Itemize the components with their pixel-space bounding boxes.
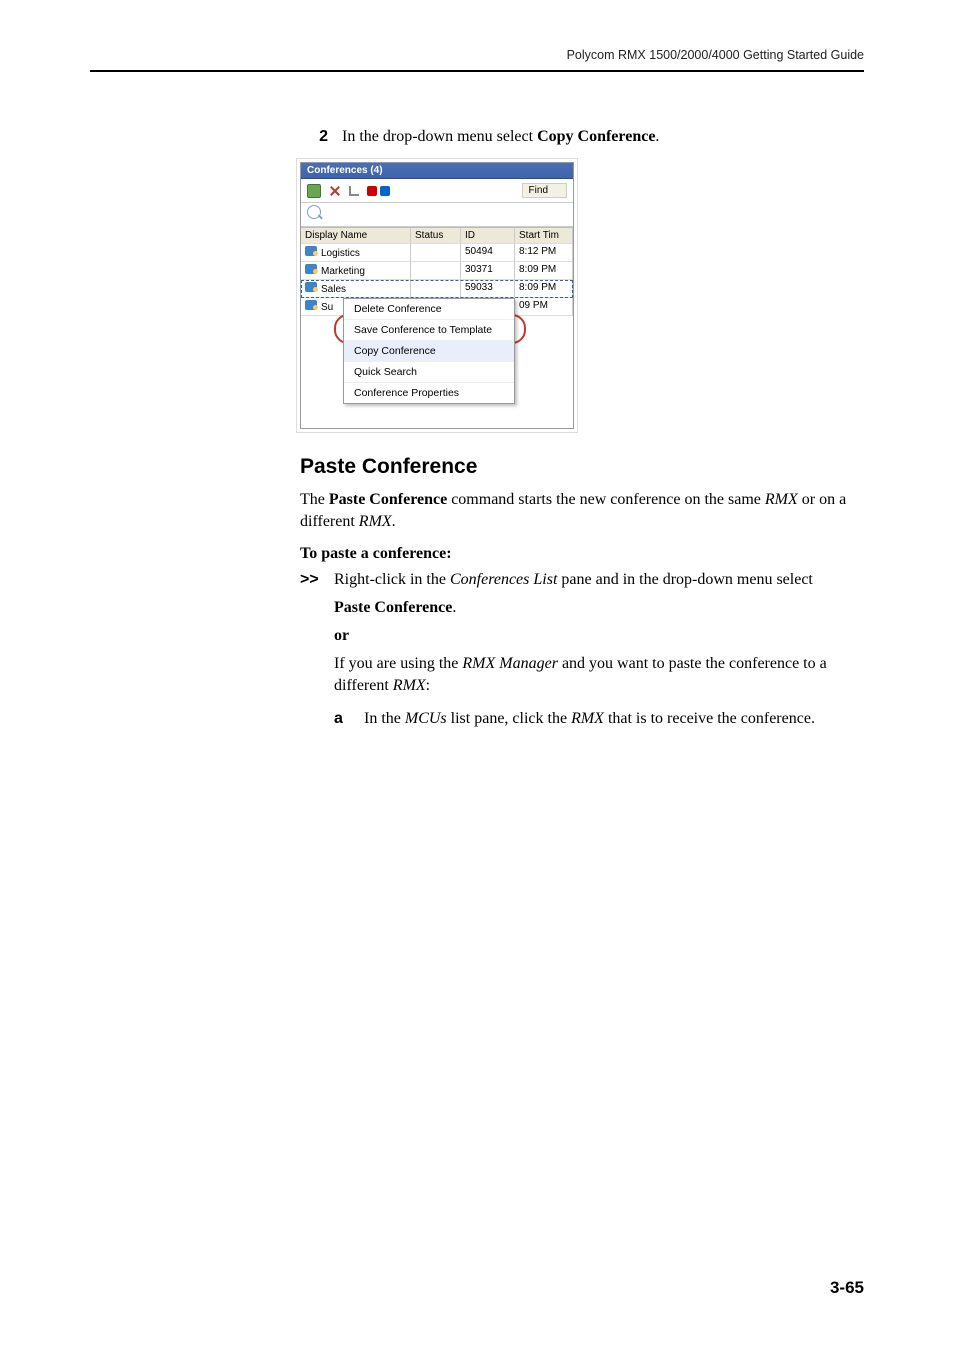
rmx-pre: If you are using the xyxy=(334,655,462,672)
record-controls-icon[interactable] xyxy=(367,186,390,196)
substep-letter: a xyxy=(334,708,364,730)
row-name: Sales xyxy=(321,284,346,295)
menu-delete-conference[interactable]: Delete Conference xyxy=(344,299,514,320)
row-id: 59033 xyxy=(461,280,515,298)
step-2-text: In the drop-down menu select Copy Confer… xyxy=(342,128,659,146)
conferences-pane: Conferences (4) Find Display Name Status… xyxy=(300,162,574,429)
step-number: 2 xyxy=(300,128,342,146)
pane-toolbar: Find xyxy=(301,179,573,203)
as-i1: Conferences List xyxy=(450,571,557,588)
new-conference-icon[interactable] xyxy=(307,184,321,198)
table-row[interactable]: Marketing 30371 8:09 PM xyxy=(301,262,573,280)
sa-mid: list pane, click the xyxy=(447,710,571,727)
p1-i1: RMX xyxy=(765,491,798,508)
conference-icon xyxy=(305,282,317,292)
sa-pre: In the xyxy=(364,710,405,727)
table-row-selected[interactable]: Sales 59033 8:09 PM xyxy=(301,280,573,298)
menu-quick-search[interactable]: Quick Search xyxy=(344,362,514,383)
col-id[interactable]: ID xyxy=(461,228,515,244)
step-2-post: . xyxy=(655,128,659,145)
menu-conference-properties[interactable]: Conference Properties xyxy=(344,383,514,403)
step-2: 2 In the drop-down menu select Copy Conf… xyxy=(300,128,864,146)
row-id: 30371 xyxy=(461,262,515,280)
as-pre: Right-click in the xyxy=(334,571,450,588)
or-text: or xyxy=(334,627,349,644)
paste-step-or: or xyxy=(334,625,864,647)
search-icon[interactable] xyxy=(307,205,321,219)
p1-post: . xyxy=(392,513,396,530)
col-status[interactable]: Status xyxy=(411,228,461,244)
row-id: 50494 xyxy=(461,244,515,262)
step-2-pre: In the drop-down menu select xyxy=(342,128,537,145)
substep-a-text: In the MCUs list pane, click the RMX tha… xyxy=(364,708,815,730)
conference-icon xyxy=(305,246,317,256)
p1-bold: Paste Conference xyxy=(329,491,447,508)
rmx-i2: RMX xyxy=(393,677,426,694)
pane-toolbar-row2 xyxy=(301,203,573,227)
as-mid: pane and in the drop-down menu select xyxy=(557,571,812,588)
context-menu: Delete Conference Save Conference to Tem… xyxy=(343,298,515,404)
rmx-post: : xyxy=(426,677,430,694)
col-start-time[interactable]: Start Tim xyxy=(515,228,573,244)
p1-i2: RMX xyxy=(359,513,392,530)
table-row[interactable]: Logistics 50494 8:12 PM xyxy=(301,244,573,262)
row-name: Logistics xyxy=(321,248,360,259)
menu-copy-conference[interactable]: Copy Conference xyxy=(344,341,514,362)
pane-title: Conferences (4) xyxy=(301,163,573,179)
angle-bullet: >> xyxy=(300,569,334,591)
tree-icon[interactable] xyxy=(349,186,359,196)
conference-icon xyxy=(305,264,317,274)
sa-post: that is to receive the conference. xyxy=(604,710,815,727)
section-heading-paste-conference: Paste Conference xyxy=(300,455,864,479)
p1-pre: The xyxy=(300,491,329,508)
conference-icon xyxy=(305,300,317,310)
running-header: Polycom RMX 1500/2000/4000 Getting Start… xyxy=(90,48,864,62)
col-display-name[interactable]: Display Name xyxy=(301,228,411,244)
rmx-manager-note: If you are using the RMX Manager and you… xyxy=(334,653,864,697)
menu-save-to-template[interactable]: Save Conference to Template xyxy=(344,320,514,341)
sa-i1: MCUs xyxy=(405,710,447,727)
find-field[interactable]: Find xyxy=(522,183,567,198)
paste-step-text: Right-click in the Conferences List pane… xyxy=(334,569,813,591)
substep-a: a In the MCUs list pane, click the RMX t… xyxy=(334,708,864,730)
paste-step: >> Right-click in the Conferences List p… xyxy=(300,569,864,591)
sa-i2: RMX xyxy=(571,710,604,727)
row-start: 8:09 PM xyxy=(515,280,573,298)
rmx-i: RMX Manager xyxy=(462,655,558,672)
row-name: Marketing xyxy=(321,266,365,277)
p1-mid: command starts the new conference on the… xyxy=(447,491,765,508)
step-2-bold: Copy Conference xyxy=(537,128,655,145)
row-start: 09 PM xyxy=(515,298,573,316)
grid-header: Display Name Status ID Start Tim xyxy=(301,228,573,244)
as-post: . xyxy=(452,599,456,616)
conferences-pane-screenshot: Conferences (4) Find Display Name Status… xyxy=(300,162,864,429)
paste-step-select: Paste Conference. xyxy=(334,597,864,619)
as-b1: Paste Conference xyxy=(334,599,452,616)
row-start: 8:12 PM xyxy=(515,244,573,262)
delete-conference-icon[interactable] xyxy=(329,185,341,197)
row-start: 8:09 PM xyxy=(515,262,573,280)
row-name: Su xyxy=(321,302,333,313)
header-rule xyxy=(90,70,864,72)
page-number: 3-65 xyxy=(830,1278,864,1298)
to-paste-heading: To paste a conference: xyxy=(300,545,864,563)
paste-conference-intro: The Paste Conference command starts the … xyxy=(300,489,864,533)
